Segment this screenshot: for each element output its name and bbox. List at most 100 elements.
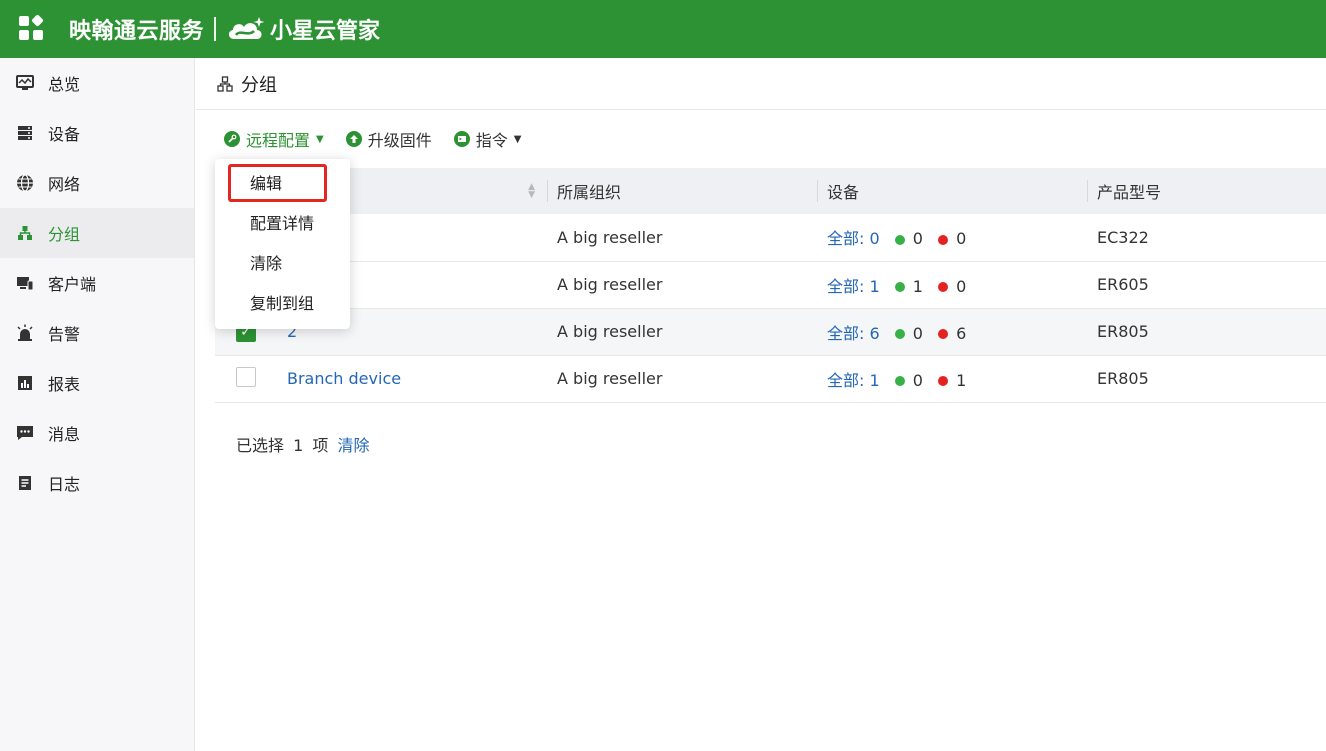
caret-down-icon: ▼ bbox=[316, 133, 324, 145]
top-header: 映翰通云服务 小星云管家 bbox=[0, 0, 1326, 58]
offline-dot-icon bbox=[938, 329, 949, 339]
header-divider bbox=[214, 17, 217, 41]
toolbar: 远程配置 ▼ 升级固件 指令 ▼ bbox=[196, 110, 1326, 168]
model-cell: ER805 bbox=[1087, 308, 1326, 356]
commands-label: 指令 bbox=[475, 131, 508, 150]
sitemap-icon bbox=[16, 224, 34, 242]
model-cell: ER805 bbox=[1087, 355, 1326, 403]
group-name[interactable]: Branch device bbox=[277, 355, 547, 403]
upgrade-firmware-label: 升级固件 bbox=[367, 131, 432, 150]
column-header-model: 产品型号 bbox=[1087, 168, 1326, 214]
page-header: 分组 bbox=[196, 58, 1326, 110]
sidebar-item-messages[interactable]: 消息 bbox=[0, 408, 194, 458]
sidebar-item-label: 设备 bbox=[48, 125, 81, 144]
row-checkbox-cell bbox=[215, 355, 277, 403]
apps-grid-icon[interactable] bbox=[19, 14, 45, 42]
column-header-devices: 设备 bbox=[817, 168, 1087, 214]
report-icon bbox=[16, 374, 34, 392]
selection-prefix: 已选择 bbox=[236, 436, 285, 455]
sidebar-item-clients[interactable]: 客户端 bbox=[0, 258, 194, 308]
remote-config-dropdown: 编辑 配置详情 清除 复制到组 bbox=[215, 159, 350, 329]
remote-config-button[interactable]: 远程配置 ▼ bbox=[224, 127, 324, 151]
clear-selection-link[interactable]: 清除 bbox=[338, 436, 370, 455]
sidebar-item-alarms[interactable]: 告警 bbox=[0, 308, 194, 358]
device-count-cell: 全部: 1 0 1 bbox=[817, 355, 1087, 403]
sidebar-item-label: 客户端 bbox=[48, 275, 97, 294]
column-header-org: 所属组织 bbox=[547, 168, 817, 214]
message-icon bbox=[16, 424, 34, 442]
wrench-icon bbox=[224, 131, 240, 147]
table-row[interactable]: A big reseller 全部: 0 0 0 EC322 bbox=[215, 214, 1326, 262]
online-count: 0 bbox=[912, 370, 923, 390]
device-count-cell: 全部: 0 0 0 bbox=[817, 214, 1087, 262]
sitemap-icon bbox=[217, 75, 233, 92]
brand-name: 映翰通云服务 bbox=[69, 19, 205, 44]
globe-icon bbox=[16, 174, 34, 192]
menu-item-copy-to-group[interactable]: 复制到组 bbox=[215, 284, 350, 324]
table-row[interactable]: ✓ 2 A big reseller 全部: 6 0 6 ER805 bbox=[215, 308, 1326, 356]
selection-count: 1 bbox=[293, 436, 304, 455]
commands-button[interactable]: 指令 ▼ bbox=[453, 127, 522, 151]
terminal-icon bbox=[453, 131, 470, 147]
table-row[interactable]: Branch device A big reseller 全部: 1 0 1 E… bbox=[215, 355, 1326, 403]
menu-item-clear[interactable]: 清除 bbox=[215, 244, 350, 284]
menu-item-config-details[interactable]: 配置详情 bbox=[215, 204, 350, 244]
model-cell: EC322 bbox=[1087, 214, 1326, 262]
offline-dot-icon bbox=[938, 234, 949, 245]
device-count-cell: 全部: 6 0 6 bbox=[817, 308, 1087, 356]
product-name: 小星云管家 bbox=[270, 19, 381, 44]
alarm-icon bbox=[16, 324, 34, 342]
sidebar-item-devices[interactable]: 设备 bbox=[0, 108, 194, 158]
log-icon bbox=[16, 474, 34, 492]
all-devices-link[interactable]: 全部: 1 bbox=[827, 371, 880, 390]
offline-count: 1 bbox=[956, 370, 967, 390]
online-dot-icon bbox=[894, 234, 905, 245]
sidebar-item-logs[interactable]: 日志 bbox=[0, 458, 194, 508]
sort-icon[interactable]: ▲ ▼ bbox=[528, 183, 535, 200]
org-cell: A big reseller bbox=[547, 261, 817, 309]
selection-suffix: 项 bbox=[312, 436, 329, 455]
devices-icon bbox=[16, 274, 34, 292]
sidebar-item-label: 日志 bbox=[48, 475, 81, 494]
remote-config-label: 远程配置 bbox=[246, 131, 311, 150]
monitor-icon bbox=[16, 74, 34, 92]
org-cell: A big reseller bbox=[547, 355, 817, 403]
sidebar-item-label: 告警 bbox=[48, 325, 81, 344]
server-icon bbox=[16, 124, 34, 142]
main-content: 分组 远程配置 ▼ 升级固件 指令 ▼ ▲ ▼ 所属组织 设备 产品型号 A b… bbox=[196, 58, 1326, 751]
all-devices-link[interactable]: 全部: 1 bbox=[827, 277, 880, 296]
sidebar: 总览 设备 网络 分组 客户端 告警 报表 消息 日志 bbox=[0, 58, 195, 751]
all-devices-link[interactable]: 全部: 6 bbox=[827, 324, 880, 343]
sidebar-item-label: 分组 bbox=[48, 225, 81, 244]
sidebar-item-network[interactable]: 网络 bbox=[0, 158, 194, 208]
table-row[interactable]: A big reseller 全部: 1 1 0 ER605 bbox=[215, 261, 1326, 309]
sidebar-item-reports[interactable]: 报表 bbox=[0, 358, 194, 408]
online-count: 0 bbox=[912, 323, 923, 343]
sidebar-item-label: 报表 bbox=[48, 375, 81, 394]
online-dot-icon bbox=[894, 282, 905, 292]
cloud-logo-icon bbox=[228, 17, 265, 39]
online-count: 0 bbox=[912, 229, 923, 249]
row-checkbox[interactable] bbox=[236, 366, 256, 387]
table-header-row: 名称 ▲▼ 所属组织 设备 产品型号 bbox=[215, 168, 1326, 214]
page-title: 分组 bbox=[241, 74, 277, 96]
groups-table: 名称 ▲▼ 所属组织 设备 产品型号 A big reseller 全部: 0 … bbox=[215, 168, 1326, 403]
offline-count: 0 bbox=[956, 276, 967, 296]
sidebar-item-label: 消息 bbox=[48, 425, 81, 444]
sidebar-item-overview[interactable]: 总览 bbox=[0, 58, 194, 108]
offline-dot-icon bbox=[938, 282, 949, 292]
online-dot-icon bbox=[894, 376, 905, 386]
offline-count: 0 bbox=[956, 229, 967, 249]
upgrade-firmware-button[interactable]: 升级固件 bbox=[345, 127, 432, 151]
sidebar-item-groups[interactable]: 分组 bbox=[0, 208, 194, 258]
sidebar-item-label: 总览 bbox=[48, 75, 81, 94]
online-dot-icon bbox=[894, 329, 905, 339]
caret-down-icon: ▼ bbox=[513, 133, 522, 145]
model-cell: ER605 bbox=[1087, 261, 1326, 309]
menu-item-edit[interactable]: 编辑 bbox=[215, 164, 350, 204]
arrow-up-circle-icon bbox=[345, 131, 362, 147]
all-devices-link[interactable]: 全部: 0 bbox=[827, 229, 880, 248]
org-cell: A big reseller bbox=[547, 214, 817, 262]
org-cell: A big reseller bbox=[547, 308, 817, 356]
offline-count: 6 bbox=[956, 323, 967, 343]
